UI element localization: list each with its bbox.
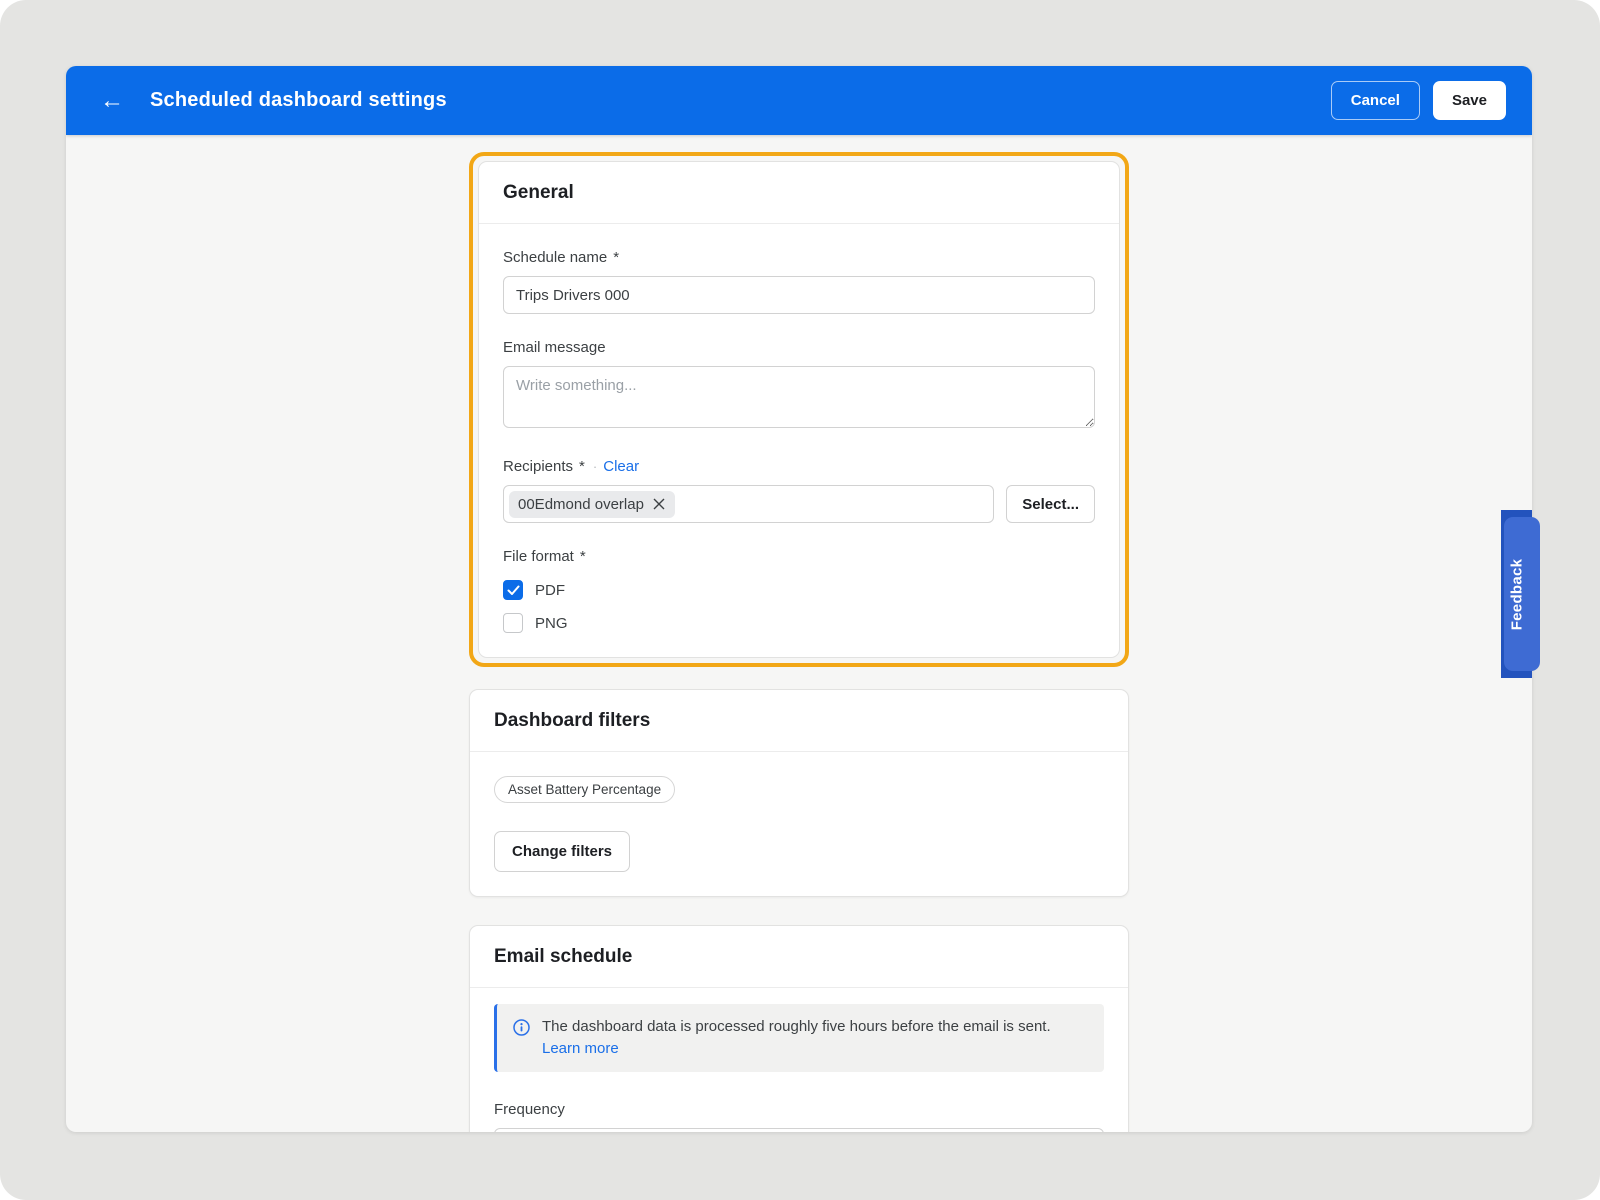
email-schedule-card: Email schedule The dashboard data is pro… [469,925,1129,1132]
app-header: ← Scheduled dashboard settings Cancel Sa… [66,66,1532,135]
app-window: ← Scheduled dashboard settings Cancel Sa… [66,66,1532,1132]
recipients-label: Recipients [503,457,573,477]
feedback-tab[interactable]: Feedback [1501,510,1532,678]
general-section-highlight: General Schedule name * Email message R [469,152,1129,667]
info-banner-text: The dashboard data is processed roughly … [542,1016,1088,1060]
dashboard-filters-title: Dashboard filters [470,690,1128,752]
general-card-title: General [479,162,1119,224]
png-checkbox[interactable] [503,613,523,633]
feedback-tab-label: Feedback [1508,558,1525,630]
info-banner: The dashboard data is processed roughly … [494,1004,1104,1072]
email-schedule-title: Email schedule [470,926,1128,988]
required-asterisk: * [579,457,585,477]
screen-background: ← Scheduled dashboard settings Cancel Sa… [0,0,1600,1200]
clear-recipients-link[interactable]: Clear [603,457,639,477]
schedule-name-label: Schedule name * [503,248,1095,268]
filter-pill: Asset Battery Percentage [494,776,675,803]
settings-form: General Schedule name * Email message R [469,135,1129,1132]
png-checkbox-label: PNG [535,615,568,632]
pdf-checkbox[interactable] [503,580,523,600]
remove-recipient-icon[interactable] [652,497,666,511]
schedule-name-input[interactable] [503,276,1095,314]
required-asterisk: * [613,248,619,268]
save-button[interactable]: Save [1433,81,1506,120]
recipient-chip: 00Edmond overlap [509,491,675,518]
frequency-label: Frequency [494,1100,1104,1120]
pdf-checkbox-label: PDF [535,582,565,599]
label-separator-dot: · [593,457,597,477]
info-icon [513,1019,530,1043]
back-arrow-icon[interactable]: ← [100,89,124,113]
file-format-label: File format * [503,547,1095,567]
dashboard-filters-card: Dashboard filters Asset Battery Percenta… [469,689,1129,897]
recipient-chip-label: 00Edmond overlap [518,496,644,513]
learn-more-link[interactable]: Learn more [542,1040,619,1057]
frequency-select[interactable]: Monthly [494,1128,1104,1132]
email-message-textarea[interactable] [503,366,1095,428]
required-asterisk: * [580,547,586,567]
file-format-option-pdf: PDF [503,580,1095,600]
email-message-label: Email message [503,338,1095,358]
page-title: Scheduled dashboard settings [150,89,447,112]
recipients-label-row: Recipients * · Clear [503,457,1095,477]
general-card: General Schedule name * Email message R [478,161,1120,658]
change-filters-button[interactable]: Change filters [494,831,630,872]
select-recipients-button[interactable]: Select... [1006,485,1095,523]
file-format-option-png: PNG [503,613,1095,633]
recipients-input[interactable]: 00Edmond overlap [503,485,994,523]
cancel-button[interactable]: Cancel [1331,81,1420,120]
